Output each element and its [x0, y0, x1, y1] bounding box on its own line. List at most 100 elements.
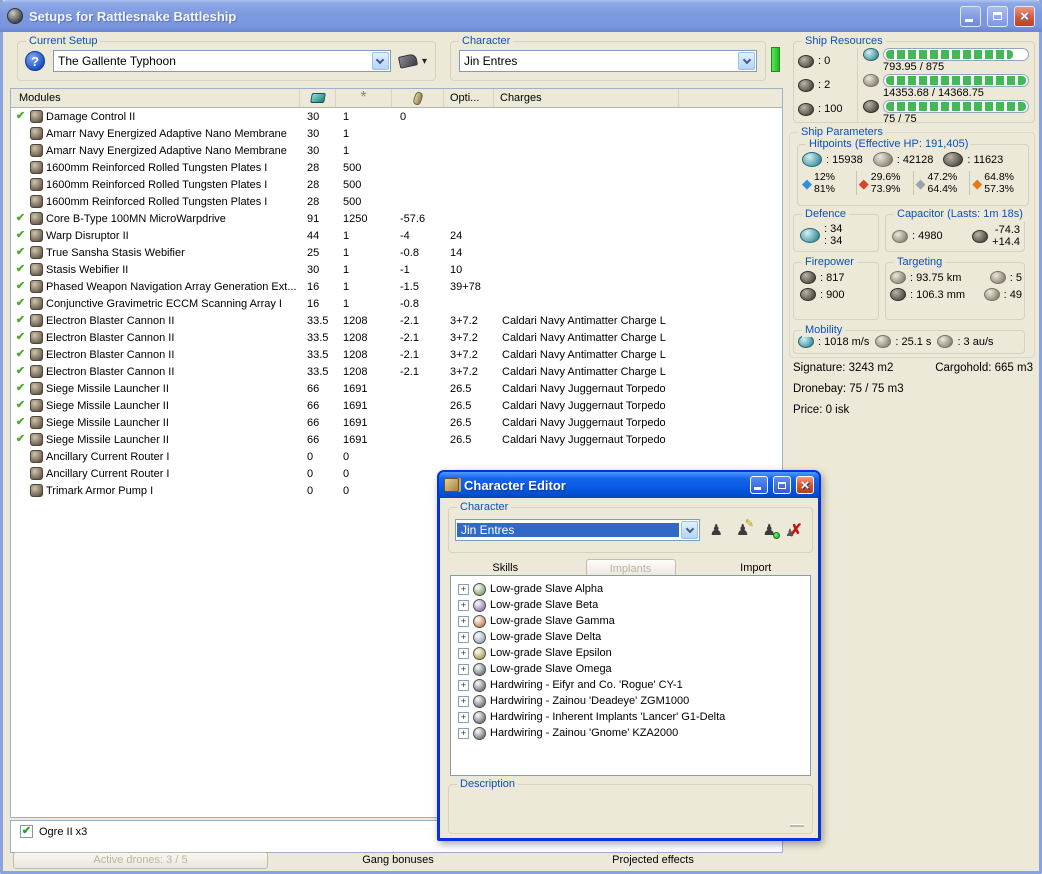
hull-icon: [943, 152, 964, 167]
fitted-check-icon: ✔: [15, 416, 26, 428]
modules-table-header[interactable]: Modules * Opti... Charges: [11, 89, 782, 108]
modules-column-header[interactable]: Modules: [11, 89, 300, 107]
module-row[interactable]: Amarr Navy Energized Adaptive Nano Membr…: [11, 125, 782, 142]
launcher-hardpoints-value: : 2: [818, 79, 831, 91]
setup-combobox[interactable]: The Gallente Typhoon: [53, 50, 391, 72]
dialog-character-combobox-value: Jin Entres: [457, 523, 679, 537]
module-row[interactable]: ✔ Phased Weapon Navigation Array Generat…: [11, 278, 782, 295]
module-name: Ancillary Current Router I: [46, 467, 170, 480]
implant-item[interactable]: + Hardwiring - Inherent Implants 'Lancer…: [451, 709, 810, 725]
implant-item[interactable]: + Low-grade Slave Delta: [451, 629, 810, 645]
delete-character-button[interactable]: ♟ ✗: [786, 519, 807, 541]
expand-plus-icon[interactable]: +: [458, 663, 469, 675]
help-icon[interactable]: ?: [25, 51, 45, 71]
implant-item[interactable]: + Hardwiring - Zainou 'Gnome' KZA2000: [451, 725, 810, 741]
character-editor-titlebar[interactable]: Character Editor ×: [439, 472, 819, 498]
expand-plus-icon[interactable]: +: [458, 711, 469, 723]
module-row[interactable]: ✔ Siege Missile Launcher II 66 1691 26.5…: [11, 397, 782, 414]
cpu-column-header[interactable]: [300, 89, 336, 107]
module-row[interactable]: ✔ Siege Missile Launcher II 66 1691 26.5…: [11, 414, 782, 431]
dialog-close-button[interactable]: ×: [796, 476, 814, 494]
expand-plus-icon[interactable]: +: [458, 695, 469, 707]
fitted-check-icon: ✔: [15, 365, 26, 377]
capacitor-column-header[interactable]: [392, 89, 444, 107]
module-charge: Caldari Navy Antimatter Charge L: [502, 331, 666, 344]
resize-grip[interactable]: [790, 825, 804, 827]
defence-top-value: : 34: [824, 223, 843, 235]
module-optimal: 39+78: [450, 280, 481, 293]
implants-list: + Low-grade Slave Alpha + Low-grade Slav…: [450, 575, 811, 776]
edit-character-button[interactable]: ♟ ✎: [733, 518, 754, 541]
setup-combobox-arrow[interactable]: [371, 52, 389, 70]
implant-item[interactable]: + Hardwiring - Zainou 'Deadeye' ZGM1000: [451, 693, 810, 709]
module-name: Electron Blaster Cannon II: [46, 331, 175, 344]
module-row[interactable]: ✔ Core B-Type 100MN MicroWarpdrive 91 12…: [11, 210, 782, 227]
dialog-minimize-button[interactable]: [750, 476, 768, 494]
module-row[interactable]: ✔ Electron Blaster Cannon II 33.5 1208 -…: [11, 329, 782, 346]
expand-plus-icon[interactable]: +: [458, 727, 469, 739]
module-row[interactable]: 1600mm Reinforced Rolled Tungsten Plates…: [11, 176, 782, 193]
dialog-maximize-button[interactable]: [773, 476, 791, 494]
module-row[interactable]: 1600mm Reinforced Rolled Tungsten Plates…: [11, 159, 782, 176]
fitted-check-icon: ✔: [15, 280, 26, 292]
expand-plus-icon[interactable]: +: [458, 679, 469, 691]
module-name: Core B-Type 100MN MicroWarpdrive: [46, 212, 226, 225]
implant-item[interactable]: + Low-grade Slave Beta: [451, 597, 810, 613]
active-drones-button[interactable]: Active drones: 3 / 5: [13, 852, 268, 869]
module-cpu: 16: [307, 297, 320, 310]
character-combobox[interactable]: Jin Entres: [459, 50, 757, 72]
mobility-title: Mobility: [802, 323, 846, 337]
module-row[interactable]: ✔ Electron Blaster Cannon II 33.5 1208 -…: [11, 312, 782, 329]
powergrid-bar: [883, 74, 1029, 87]
turret-dps-icon: [800, 271, 816, 284]
implant-item[interactable]: + Low-grade Slave Epsilon: [451, 645, 810, 661]
expand-plus-icon[interactable]: +: [458, 583, 469, 595]
powergrid-column-header[interactable]: *: [336, 89, 392, 107]
module-row[interactable]: ✔ Electron Blaster Cannon II 33.5 1208 -…: [11, 346, 782, 363]
module-powergrid: 1691: [343, 399, 368, 412]
clone-character-button[interactable]: ♟: [759, 519, 780, 541]
module-row[interactable]: 1600mm Reinforced Rolled Tungsten Plates…: [11, 193, 782, 210]
module-row[interactable]: ✔ Conjunctive Gravimetric ECCM Scanning …: [11, 295, 782, 312]
module-row[interactable]: ✔ Stasis Webifier II 30 1 -1 10: [11, 261, 782, 278]
gang-bonuses-button[interactable]: Gang bonuses: [318, 854, 478, 866]
upgrades-usage-text: 75 / 75: [883, 113, 917, 125]
module-row[interactable]: Amarr Navy Energized Adaptive Nano Membr…: [11, 142, 782, 159]
module-name: Ancillary Current Router I: [46, 450, 170, 463]
module-powergrid: 1691: [343, 416, 368, 429]
implant-item[interactable]: + Low-grade Slave Gamma: [451, 613, 810, 629]
implant-item[interactable]: + Low-grade Slave Alpha: [451, 581, 810, 597]
module-charge: Caldari Navy Antimatter Charge L: [502, 365, 666, 378]
module-charge: Caldari Navy Juggernaut Torpedo: [502, 433, 666, 446]
drone-checkbox[interactable]: ✔: [20, 825, 33, 838]
module-charge: Caldari Navy Antimatter Charge L: [502, 348, 666, 361]
expand-plus-icon[interactable]: +: [458, 599, 469, 611]
module-powergrid: 1: [343, 297, 350, 310]
module-row[interactable]: ✔ Electron Blaster Cannon II 33.5 1208 -…: [11, 363, 782, 380]
charges-column-header[interactable]: Charges: [494, 89, 679, 107]
price-value: Price: 0 isk: [793, 404, 850, 416]
module-row[interactable]: ✔ Siege Missile Launcher II 66 1691 26.5…: [11, 380, 782, 397]
module-row[interactable]: Ancillary Current Router I 0 0: [11, 448, 782, 465]
module-row[interactable]: ✔ Warp Disruptor II 44 1 -4 24: [11, 227, 782, 244]
module-row[interactable]: ✔ True Sansha Stasis Webifier 25 1 -0.8 …: [11, 244, 782, 261]
expand-plus-icon[interactable]: +: [458, 647, 469, 659]
projected-effects-button[interactable]: Projected effects: [573, 854, 733, 866]
setup-tools-button[interactable]: ▾: [397, 53, 427, 69]
module-cpu: 28: [307, 178, 320, 191]
optimal-column-header[interactable]: Opti...: [444, 89, 494, 107]
module-row[interactable]: ✔ Damage Control II 30 1 0: [11, 108, 782, 125]
implant-item[interactable]: + Low-grade Slave Omega: [451, 661, 810, 677]
targeting-title: Targeting: [894, 255, 946, 269]
implant-item[interactable]: + Hardwiring - Eifyr and Co. 'Rogue' CY-…: [451, 677, 810, 693]
character-combobox-arrow[interactable]: [738, 52, 755, 70]
new-character-button[interactable]: ♟: [706, 519, 727, 541]
module-icon: [30, 416, 43, 429]
dialog-character-combobox[interactable]: Jin Entres: [455, 519, 700, 541]
module-row[interactable]: ✔ Siege Missile Launcher II 66 1691 26.5…: [11, 431, 782, 448]
module-icon: [30, 161, 43, 174]
module-icon: [30, 399, 43, 412]
dialog-character-combobox-arrow[interactable]: [681, 521, 698, 539]
expand-plus-icon[interactable]: +: [458, 615, 469, 627]
expand-plus-icon[interactable]: +: [458, 631, 469, 643]
